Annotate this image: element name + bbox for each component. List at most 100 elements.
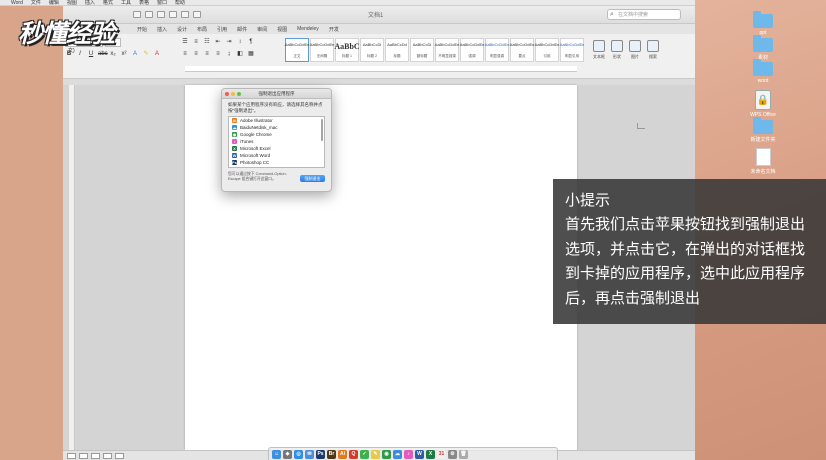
trash-icon[interactable]: 🗑 (459, 449, 468, 459)
style-option[interactable]: AaBbCcDi 标题 2 (360, 38, 384, 62)
print-layout-icon[interactable] (67, 452, 76, 459)
focus-mode-icon[interactable] (115, 452, 124, 459)
force-quit-button[interactable]: 强制退出 (300, 175, 325, 182)
decrease-indent-icon[interactable]: ⇤ (214, 38, 222, 46)
excel-icon[interactable]: X (426, 449, 435, 459)
style-option[interactable]: AaBbCcDdEe 正文 (285, 38, 309, 62)
app-list-item[interactable]: Ps Photoshop CC (229, 159, 324, 166)
align-left-icon[interactable]: ≡ (181, 50, 189, 58)
open-icon[interactable] (193, 11, 201, 18)
strikethrough-button[interactable]: abc (98, 50, 108, 58)
minimize-icon[interactable] (231, 92, 235, 96)
numbering-icon[interactable]: ≡ (192, 38, 200, 46)
app-list-item[interactable]: W Microsoft Word (229, 152, 324, 159)
font-color-button[interactable]: A (153, 50, 161, 58)
safari-icon[interactable]: ◎ (294, 449, 303, 459)
style-option[interactable]: AaBbCcDdEe 无间隔 (310, 38, 334, 62)
save-icon[interactable] (133, 11, 141, 18)
app-list-item[interactable]: ◉ Google Chrome (229, 131, 324, 138)
wechat-icon[interactable]: ✓ (360, 449, 369, 459)
document-search-input[interactable]: ⌕ 在文档中搜索 (607, 9, 681, 20)
highlight-button[interactable]: ✎ (142, 50, 150, 58)
qq-icon[interactable]: Q (349, 449, 358, 459)
ribbon-insert-button[interactable]: 搜索 (647, 40, 659, 60)
style-option[interactable]: AaBbCcDdEe 不明显强调 (435, 38, 459, 62)
style-option[interactable]: AaBbC 标题 1 (334, 38, 360, 62)
ribbon-tab[interactable]: 开发 (329, 26, 339, 33)
shading-icon[interactable]: ◧ (236, 50, 244, 58)
ribbon-tab[interactable]: 审阅 (257, 26, 267, 33)
undo-icon[interactable] (145, 11, 153, 18)
bridge-icon[interactable]: Br (327, 449, 336, 459)
ribbon-tab[interactable]: 布局 (197, 26, 207, 33)
photoshop-icon[interactable]: Ps (316, 449, 325, 459)
italic-button[interactable]: I (76, 50, 84, 58)
app-list-scrollbar[interactable] (321, 119, 323, 141)
new-document-icon[interactable] (181, 11, 189, 18)
align-right-icon[interactable]: ≡ (203, 50, 211, 58)
show-marks-icon[interactable]: ¶ (247, 38, 255, 46)
ribbon-tab[interactable]: 开始 (137, 26, 147, 33)
menu-item[interactable]: 文件 (31, 0, 41, 5)
close-icon[interactable] (225, 92, 229, 96)
word-icon[interactable]: W (415, 449, 424, 459)
underline-button[interactable]: U (87, 50, 95, 58)
bold-button[interactable]: B (65, 50, 73, 58)
increase-indent-icon[interactable]: ⇥ (225, 38, 233, 46)
subscript-button[interactable]: x₂ (109, 50, 117, 58)
align-center-icon[interactable]: ≡ (192, 50, 200, 58)
app-list-item[interactable]: ☁ BaiduNetdisk_mac (229, 124, 324, 131)
desktop-item[interactable]: 新建文件夹 (733, 117, 793, 143)
superscript-button[interactable]: x² (120, 50, 128, 58)
multilevel-list-icon[interactable]: ☷ (203, 38, 211, 46)
preferences-icon[interactable]: ⚙ (448, 449, 457, 459)
justify-icon[interactable]: ≡ (214, 50, 222, 58)
ribbon-tab[interactable]: 视图 (277, 26, 287, 33)
itunes-icon[interactable]: ♪ (404, 449, 413, 459)
bullets-icon[interactable]: ☰ (181, 38, 189, 46)
style-option[interactable]: AaBbCcDdEe 引用 (535, 38, 559, 62)
app-list-item[interactable]: Ai Adobe Illustrator (229, 117, 324, 124)
illustrator-icon[interactable]: Ai (338, 449, 347, 459)
style-option[interactable]: AaBbCcDdEe 强调 (460, 38, 484, 62)
calendar-icon[interactable]: 31 (437, 449, 446, 459)
desktop-item[interactable]: 素材 (733, 35, 793, 61)
launchpad-icon[interactable]: ◆ (283, 449, 292, 459)
line-spacing-icon[interactable]: ↨ (225, 50, 233, 58)
ribbon-tab[interactable]: Mendeley (297, 26, 319, 32)
notes-icon[interactable]: ✎ (371, 449, 380, 459)
mail-icon[interactable]: ✉ (305, 449, 314, 459)
style-option[interactable]: AaBbCcDdEe 要点 (510, 38, 534, 62)
desktop-item[interactable]: 🔒 WPS Office (733, 90, 793, 118)
netdisk-icon[interactable]: ☁ (393, 449, 402, 459)
ribbon-insert-button[interactable]: 图片 (629, 40, 641, 60)
app-list-item[interactable]: ♪ iTunes (229, 138, 324, 145)
ribbon-tab[interactable]: 邮件 (237, 26, 247, 33)
zoom-icon[interactable] (237, 92, 241, 96)
ribbon-insert-button[interactable]: 文本框 (593, 40, 605, 60)
sort-icon[interactable]: ↕ (236, 38, 244, 46)
style-option[interactable]: AaBbCcDd 标题 (385, 38, 409, 62)
ribbon-insert-button[interactable]: 形状 (611, 40, 623, 60)
finder-icon[interactable]: ☺ (272, 449, 281, 459)
ribbon-tab[interactable]: 引用 (217, 26, 227, 33)
style-option[interactable]: AaBbCcDdEe 明显强调 (485, 38, 509, 62)
menu-item[interactable]: Word (11, 0, 23, 5)
text-effects-button[interactable]: A (131, 50, 139, 58)
style-option[interactable]: AaBbCcDi 副标题 (410, 38, 434, 62)
borders-icon[interactable]: ▦ (247, 50, 255, 58)
print-icon[interactable] (169, 11, 177, 18)
web-layout-icon[interactable] (103, 452, 112, 459)
desktop-item[interactable]: word (733, 59, 793, 84)
ribbon-tab[interactable]: 设计 (177, 26, 187, 33)
outline-view-icon[interactable] (79, 452, 88, 459)
style-option[interactable]: AaBbCcDdEe 明显引用 (560, 38, 584, 62)
desktop-item[interactable]: ppt (733, 11, 793, 36)
chrome-icon[interactable]: ◉ (382, 449, 391, 459)
ribbon-tab[interactable]: 插入 (157, 26, 167, 33)
app-list-item[interactable]: X Microsoft Excel (229, 145, 324, 152)
menu-item[interactable]: 编辑 (49, 0, 59, 5)
draft-view-icon[interactable] (91, 452, 100, 459)
desktop-item[interactable]: 未命名文档 (733, 148, 793, 175)
redo-icon[interactable] (157, 11, 165, 18)
